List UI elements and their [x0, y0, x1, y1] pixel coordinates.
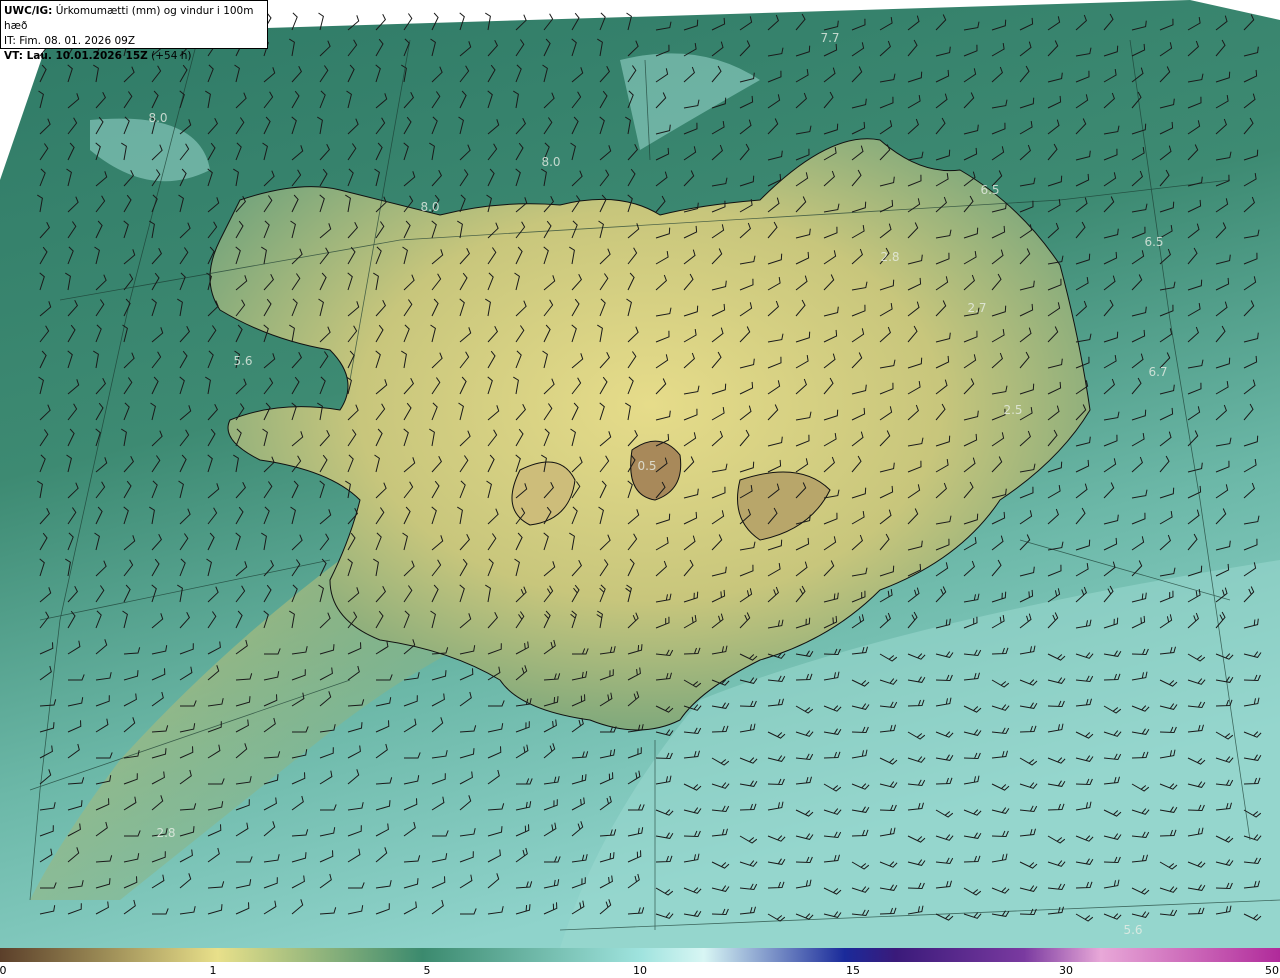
colorbar-tick-label: 15 — [846, 964, 860, 977]
map-value-label: 6.7 — [1148, 365, 1168, 379]
map-value-label: 6.5 — [980, 183, 1000, 197]
issue-time: IT: Fim. 08. 01. 2026 09Z — [4, 35, 136, 47]
product-code: UWC/IG: — [4, 5, 53, 17]
map-header: UWC/IG: Úrkomumætti (mm) og vindur i 100… — [0, 0, 268, 62]
map-value-label: 2.8 — [880, 250, 900, 264]
map-value-label: 5.6 — [233, 354, 253, 368]
map-value-label: 6.5 — [1144, 235, 1164, 249]
map-value-label: 2.7 — [967, 301, 987, 315]
title-line: UWC/IG: Úrkomumætti (mm) og vindur i 100… — [4, 4, 264, 34]
map-value-label: 5.6 — [1123, 923, 1143, 937]
colorbar-tick-label: 5 — [423, 964, 431, 977]
forecast-hour: (+54 h) — [151, 50, 192, 62]
colorbar-tick-label: 0 — [0, 964, 7, 977]
map-value-label: 8.0 — [420, 200, 440, 214]
colorbar-tick-label: 1 — [209, 964, 217, 977]
valid-time-line: VT: Lau. 10.01.2026 15Z (+54 h) — [4, 49, 264, 64]
weather-map — [0, 0, 1280, 948]
map-value-label: 8.0 — [541, 155, 561, 169]
colorbar-tick-label: 50 — [1265, 964, 1279, 977]
colorbar-tick-label: 10 — [633, 964, 647, 977]
map-value-label: 2.8 — [156, 826, 176, 840]
valid-time: VT: Lau. 10.01.2026 15Z — [4, 50, 148, 62]
colorbar-scale — [0, 948, 1280, 962]
colorbar-tick-label: 30 — [1059, 964, 1073, 977]
map-value-label: 2.5 — [1003, 403, 1023, 417]
map-value-label: 0.5 — [637, 459, 657, 473]
map-value-label: 7.7 — [820, 31, 840, 45]
map-value-label: 8.0 — [148, 111, 168, 125]
